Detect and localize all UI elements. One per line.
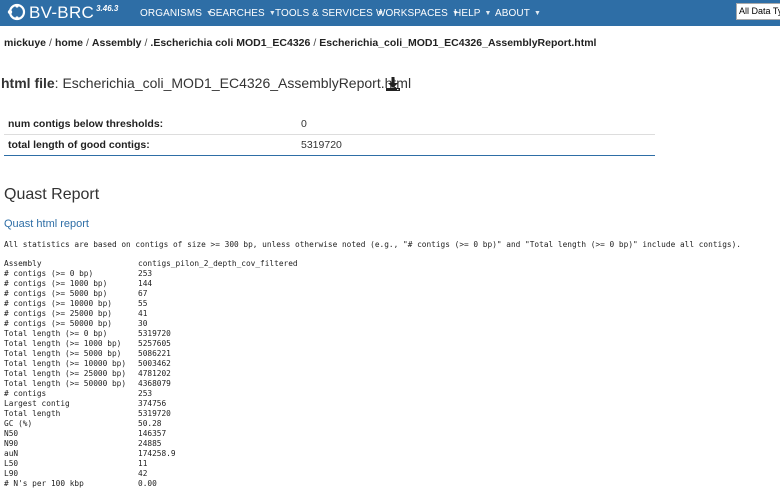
assembly-summary-table: num contigs below thresholds: 0 total le… (4, 114, 655, 156)
quast-row-value: contigs_pilon_2_depth_cov_filtered (138, 259, 298, 268)
quast-row-value: 146357 (138, 429, 167, 438)
quast-row-label: Total length (>= 50000 bp) (4, 379, 127, 388)
quast-row-value: 0.00 (138, 479, 157, 488)
summary-key: total length of good contigs: (8, 139, 150, 151)
nav-label: SEARCHES (209, 7, 265, 19)
quast-row-label: auN (4, 449, 19, 458)
quast-row-value: 144 (138, 279, 153, 288)
breadcrumb-home[interactable]: home (55, 37, 83, 49)
quast-row-value: 42 (138, 469, 148, 478)
quast-row-value: 5319720 (138, 409, 171, 418)
quast-row-value: 4368079 (138, 379, 171, 388)
nav-label: ORGANISMS (140, 7, 203, 19)
breadcrumb-assembly[interactable]: Assembly (92, 37, 142, 49)
quast-row-label: # contigs (4, 389, 47, 398)
nav-organisms[interactable]: ORGANISMS ▼ (140, 0, 213, 26)
quast-row-label: Total length (>= 5000 bp) (4, 349, 122, 358)
breadcrumb-separator: / (85, 37, 89, 49)
breadcrumb-separator: / (144, 37, 148, 49)
quast-row-label: # contigs (>= 0 bp) (4, 269, 94, 278)
search-type-select[interactable]: All Data Ty (736, 3, 780, 20)
breadcrumb: mickuye / home / Assembly / .Escherichia coli … (4, 37, 596, 49)
quast-row-label: # contigs (>= 5000 bp) (4, 289, 108, 298)
file-name: Escherichia_coli_MOD1_EC4326_AssemblyRep… (62, 75, 412, 91)
version-label: 3.46.3 (96, 4, 119, 13)
quast-row-value: 5086221 (138, 349, 171, 358)
quast-row-label: GC (%) (4, 419, 33, 428)
summary-key: num contigs below thresholds: (8, 118, 164, 130)
quast-html-report-link[interactable]: Quast html report (4, 218, 89, 230)
quast-row-label: Total length (>= 25000 bp) (4, 369, 127, 378)
bvbrc-logo[interactable]: BV-BRC 3.46.3 (6, 3, 118, 23)
breadcrumb-separator: / (313, 37, 317, 49)
nav-label: WORKSPACES (376, 7, 448, 19)
nav-workspaces[interactable]: WORKSPACES ▼ (376, 0, 459, 26)
caret-down-icon: ▼ (484, 9, 492, 17)
quast-row-label: L50 (4, 459, 19, 468)
nav-searches[interactable]: SEARCHES ▼ (209, 0, 276, 26)
quast-row-label: Assembly (4, 259, 42, 268)
nav-tools-services[interactable]: TOOLS & SERVICES ▼ (275, 0, 384, 26)
nav-about[interactable]: ABOUT ▼ (495, 0, 541, 26)
quast-row-value: 50.28 (138, 419, 162, 428)
quast-report-heading: Quast Report (4, 186, 100, 203)
nav-help[interactable]: HELP ▼ (454, 0, 492, 26)
summary-row: num contigs below thresholds: 0 (4, 114, 655, 134)
nav-label: ABOUT (495, 7, 530, 19)
breadcrumb-separator: / (49, 37, 52, 49)
quast-row-value: 41 (138, 309, 148, 318)
caret-down-icon: ▼ (533, 9, 541, 17)
summary-value: 5319720 (301, 139, 342, 151)
quast-row-value: 174258.9 (138, 449, 176, 458)
quast-row-value: 4781202 (138, 369, 171, 378)
quast-row-value: 11 (138, 459, 148, 468)
quast-statistics-note: All statistics are based on contigs of s… (4, 240, 741, 249)
logo-mark-icon (7, 3, 26, 21)
file-header: html file: Escherichia_coli_MOD1_EC4326_… (1, 75, 412, 91)
quast-row-value: 30 (138, 319, 148, 328)
summary-value: 0 (301, 118, 307, 130)
breadcrumb-job-folder[interactable]: .Escherichia coli MOD1_EC4326 (150, 37, 310, 49)
quast-row-value: 24885 (138, 439, 162, 448)
quast-row-value: 5319720 (138, 329, 171, 338)
quast-row-label: N90 (4, 439, 19, 448)
quast-row-label: # N's per 100 kbp (4, 479, 84, 488)
quast-row-label: L90 (4, 469, 19, 478)
quast-row-label: # contigs (>= 50000 bp) (4, 319, 112, 328)
nav-label: TOOLS & SERVICES (275, 7, 373, 19)
quast-row-label: N50 (4, 429, 19, 438)
quast-row-value: 253 (138, 269, 153, 278)
quast-row-label: # contigs (>= 25000 bp) (4, 309, 112, 318)
quast-row-label: Total length (4, 409, 61, 418)
download-icon[interactable] (385, 76, 401, 92)
quast-row-label: Total length (>= 0 bp) (4, 329, 108, 338)
quast-row-label: Total length (>= 10000 bp) (4, 359, 127, 368)
logo-text: BV-BRC (29, 3, 95, 22)
file-type-label: html file (1, 75, 55, 91)
breadcrumb-current-file: Escherichia_coli_MOD1_EC4326_AssemblyRep… (319, 37, 597, 49)
quast-row-value: 253 (138, 389, 153, 398)
summary-row: total length of good contigs: 5319720 (4, 134, 655, 155)
nav-label: HELP (454, 7, 481, 19)
breadcrumb-user[interactable]: mickuye (4, 37, 46, 49)
quast-row-value: 55 (138, 299, 148, 308)
quast-row-value: 374756 (138, 399, 167, 408)
quast-row-value: 5003462 (138, 359, 171, 368)
quast-row-label: # contigs (>= 10000 bp) (4, 299, 112, 308)
top-navigation-bar: BV-BRC 3.46.3 ORGANISMS ▼ SEARCHES ▼ TOO… (0, 0, 780, 26)
quast-row-label: # contigs (>= 1000 bp) (4, 279, 108, 288)
quast-row-value: 67 (138, 289, 148, 298)
quast-row-label: Total length (>= 1000 bp) (4, 339, 122, 348)
quast-row-label: Largest contig (4, 399, 70, 408)
quast-row-value: 5257605 (138, 339, 171, 348)
